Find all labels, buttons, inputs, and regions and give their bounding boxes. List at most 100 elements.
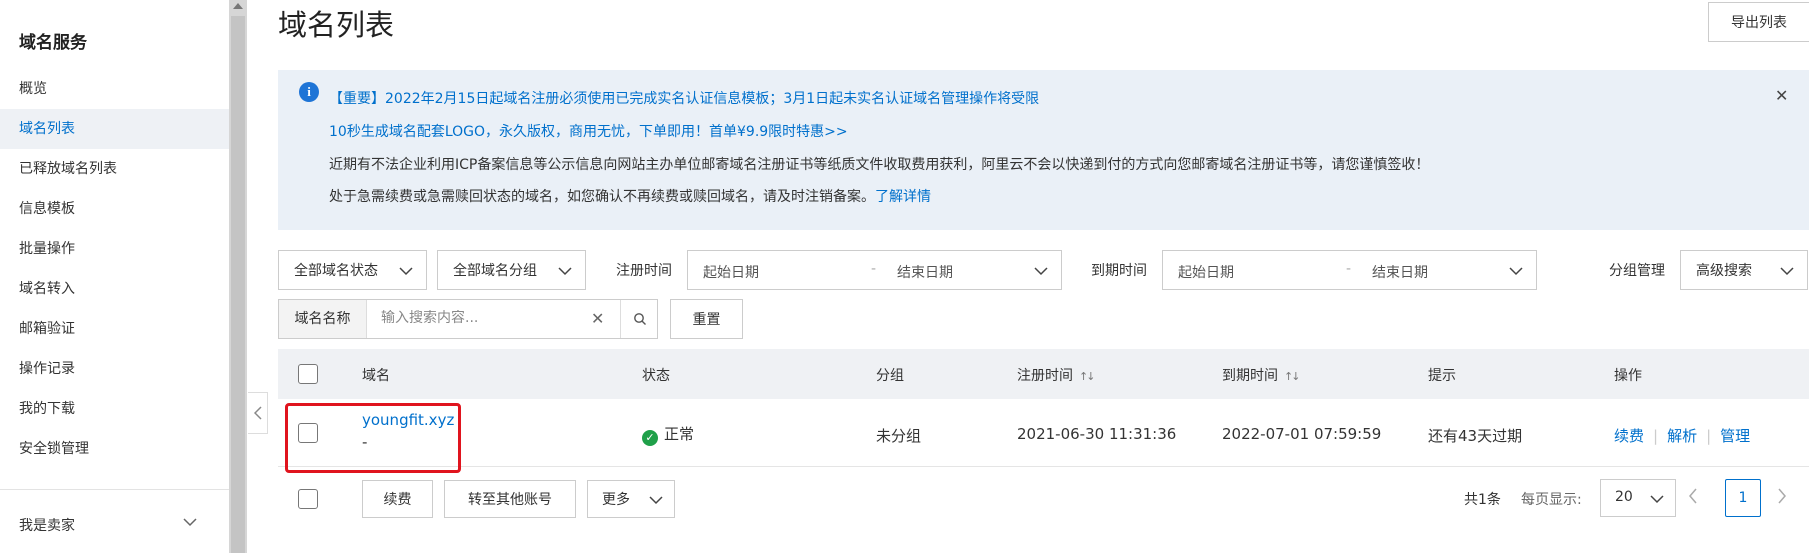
col-group: 分组 bbox=[876, 368, 904, 384]
domain-highlight-box bbox=[285, 403, 461, 473]
exp-start-date[interactable]: 起始日期 bbox=[1178, 262, 1234, 282]
col-hint: 提示 bbox=[1428, 368, 1456, 384]
info-icon: i bbox=[299, 82, 319, 102]
sidebar-item-my-downloads[interactable]: 我的下载 bbox=[0, 389, 229, 429]
check-circle-icon: ✓ bbox=[642, 430, 658, 446]
page-number-button[interactable]: 1 bbox=[1725, 479, 1761, 517]
reg-time-cell: 2021-06-30 11:31:36 bbox=[1017, 425, 1177, 443]
sidebar-item-operation-log[interactable]: 操作记录 bbox=[0, 349, 229, 389]
search-field-selector[interactable]: 域名名称 bbox=[279, 300, 367, 338]
exp-time-cell: 2022-07-01 07:59:59 bbox=[1222, 425, 1382, 443]
sidebar-item-domain-list[interactable]: 域名列表 bbox=[0, 109, 229, 149]
domain-status-value: 全部域名状态 bbox=[294, 263, 378, 279]
chevron-down-icon bbox=[558, 267, 572, 276]
select-all-checkbox[interactable] bbox=[298, 364, 318, 384]
notice-fraud-warning: 近期有不法企业利用ICP备案信息等公示信息向网站主办单位邮寄域名注册证书等纸质文… bbox=[329, 157, 1430, 173]
exp-time-label: 到期时间 bbox=[1091, 263, 1147, 279]
notice-banner: i 【重要】2022年2月15日起域名注册必须使用已完成实名认证信息模板；3月1… bbox=[278, 70, 1809, 230]
page-title: 域名列表 bbox=[278, 8, 395, 42]
sidebar-scrollbar[interactable] bbox=[229, 0, 247, 553]
exp-time-range-picker[interactable]: 起始日期 - 结束日期 bbox=[1162, 250, 1537, 290]
col-status: 状态 bbox=[642, 368, 670, 384]
sidebar-item-security-lock[interactable]: 安全锁管理 bbox=[0, 429, 229, 469]
sidebar-item-released-domains[interactable]: 已释放域名列表 bbox=[0, 149, 229, 189]
domain-group-dropdown[interactable]: 全部域名分组 bbox=[437, 250, 586, 290]
chevron-down-icon bbox=[1650, 495, 1664, 504]
advanced-search-label: 高级搜索 bbox=[1696, 263, 1752, 279]
resolve-link[interactable]: 解析 bbox=[1667, 427, 1697, 445]
notice-renewal-info: 处于急需续费或急需赎回状态的域名，如您确认不再续费或赎回域名，请及时注销备案。了… bbox=[329, 186, 931, 206]
export-list-button[interactable]: 导出列表 bbox=[1708, 2, 1809, 42]
sidebar-item-batch-operations[interactable]: 批量操作 bbox=[0, 229, 229, 269]
manage-link[interactable]: 管理 bbox=[1720, 427, 1750, 445]
domain-search-box: 域名名称 ✕ bbox=[278, 299, 658, 339]
reg-time-label: 注册时间 bbox=[616, 263, 672, 279]
chevron-left-icon bbox=[253, 406, 262, 420]
sidebar: 域名服务 概览 域名列表 已释放域名列表 信息模板 批量操作 域名转入 邮箱验证… bbox=[0, 0, 229, 553]
sidebar-item-overview[interactable]: 概览 bbox=[0, 69, 229, 109]
col-ops: 操作 bbox=[1614, 368, 1642, 384]
footer-select-all-checkbox[interactable] bbox=[298, 489, 318, 509]
sidebar-title: 域名服务 bbox=[19, 33, 87, 53]
sidebar-item-domain-transfer-in[interactable]: 域名转入 bbox=[0, 269, 229, 309]
reset-button[interactable]: 重置 bbox=[670, 299, 743, 339]
search-input[interactable] bbox=[381, 310, 571, 326]
prev-page-icon[interactable] bbox=[1687, 486, 1699, 506]
domain-status-dropdown[interactable]: 全部域名状态 bbox=[278, 250, 427, 290]
sidebar-item-email-verification[interactable]: 邮箱验证 bbox=[0, 309, 229, 349]
chevron-down-icon bbox=[1509, 267, 1523, 276]
reg-time-range-picker[interactable]: 起始日期 - 结束日期 bbox=[687, 250, 1062, 290]
scrollbar-thumb[interactable] bbox=[231, 16, 245, 553]
chevron-down-icon bbox=[1780, 267, 1794, 276]
table-header: 域名 状态 分组 注册时间 ↑↓ 到期时间 ↑↓ 提示 操作 bbox=[278, 349, 1809, 399]
range-separator: - bbox=[1346, 261, 1352, 277]
advanced-search-dropdown[interactable]: 高级搜索 bbox=[1680, 250, 1808, 290]
next-page-icon[interactable] bbox=[1776, 486, 1788, 506]
reg-start-date[interactable]: 起始日期 bbox=[703, 262, 759, 282]
status-cell: ✓ 正常 bbox=[642, 423, 694, 446]
main-content: 域名列表 导出列表 i 【重要】2022年2月15日起域名注册必须使用已完成实名… bbox=[278, 0, 1809, 553]
group-manage-link[interactable]: 分组管理 bbox=[1609, 260, 1665, 280]
sort-icon[interactable]: ↑↓ bbox=[1284, 370, 1301, 383]
ops-divider: | bbox=[1706, 427, 1712, 445]
notice-logo-promo-link[interactable]: 10秒生成域名配套LOGO，永久版权，商用无忧，下单即用！首单¥9.9限时特惠>… bbox=[329, 121, 848, 141]
more-dropdown[interactable]: 更多 bbox=[587, 480, 675, 518]
sort-icon[interactable]: ↑↓ bbox=[1079, 370, 1096, 383]
renew-link[interactable]: 续费 bbox=[1614, 427, 1644, 445]
domain-group-value: 全部域名分组 bbox=[453, 263, 537, 279]
col-domain: 域名 bbox=[362, 368, 390, 384]
chevron-down-icon bbox=[399, 267, 413, 276]
ops-divider: | bbox=[1653, 427, 1659, 445]
search-button[interactable] bbox=[620, 300, 658, 338]
range-separator: - bbox=[871, 261, 877, 277]
chevron-down-icon bbox=[649, 496, 663, 505]
ops-cell: 续费 | 解析 | 管理 bbox=[1614, 425, 1750, 446]
reg-end-date[interactable]: 结束日期 bbox=[897, 262, 953, 282]
sidebar-item-info-templates[interactable]: 信息模板 bbox=[0, 189, 229, 229]
transfer-account-button[interactable]: 转至其他账号 bbox=[444, 480, 576, 518]
notice-renewal-text: 处于急需续费或急需赎回状态的域名，如您确认不再续费或赎回域名，请及时注销备案。 bbox=[329, 189, 875, 205]
col-reg-time[interactable]: 注册时间 ↑↓ bbox=[1017, 365, 1096, 385]
col-exp-time-label: 到期时间 bbox=[1222, 368, 1278, 384]
status-text: 正常 bbox=[664, 425, 695, 443]
total-count: 共1条 bbox=[1464, 492, 1501, 508]
more-label: 更多 bbox=[602, 492, 630, 508]
page-size-label: 每页显示: bbox=[1521, 492, 1582, 508]
notice-important[interactable]: 【重要】2022年2月15日起域名注册必须使用已完成实名认证信息模板；3月1日起… bbox=[329, 88, 1039, 108]
page-size-select[interactable]: 20 bbox=[1600, 479, 1676, 517]
exp-end-date[interactable]: 结束日期 bbox=[1372, 262, 1428, 282]
page-size-value: 20 bbox=[1615, 489, 1633, 505]
group-cell: 未分组 bbox=[876, 427, 922, 445]
table-row: youngfit.xyz - ✓ 正常 未分组 2021-06-30 11:31:… bbox=[278, 399, 1809, 467]
sidebar-item-seller[interactable]: 我是卖家 bbox=[19, 515, 75, 535]
sidebar-divider bbox=[0, 489, 229, 490]
batch-renew-button[interactable]: 续费 bbox=[362, 480, 433, 518]
col-reg-time-label: 注册时间 bbox=[1017, 368, 1073, 384]
clear-icon[interactable]: ✕ bbox=[591, 309, 604, 328]
scroll-up-arrow-icon[interactable] bbox=[233, 3, 243, 9]
chevron-down-icon[interactable] bbox=[182, 514, 198, 530]
learn-more-link[interactable]: 了解详情 bbox=[875, 189, 931, 205]
sidebar-collapse-button[interactable] bbox=[248, 392, 268, 434]
close-icon[interactable]: ✕ bbox=[1775, 86, 1788, 105]
col-exp-time[interactable]: 到期时间 ↑↓ bbox=[1222, 365, 1301, 385]
